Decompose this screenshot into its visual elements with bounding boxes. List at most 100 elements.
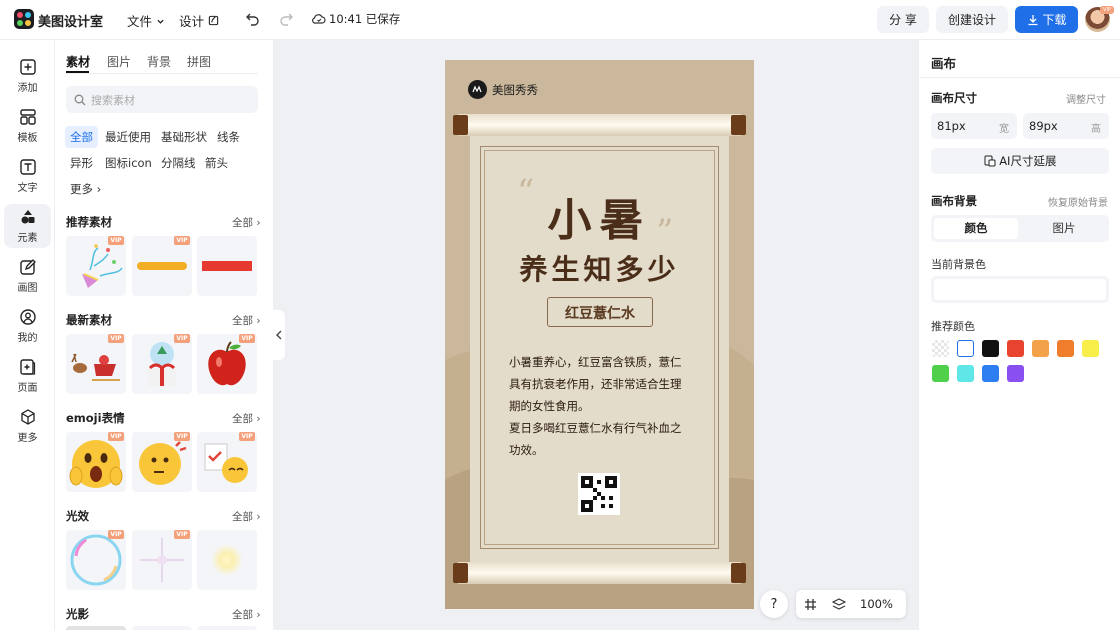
color-swatch[interactable]	[1057, 340, 1074, 357]
shapes-icon	[21, 210, 34, 224]
asset-party-popper[interactable]: VIP	[66, 236, 126, 296]
redo-icon[interactable]	[278, 12, 294, 26]
poster-badge: 红豆薏仁水	[565, 306, 635, 322]
width-field[interactable]: 81px 宽	[931, 113, 1017, 139]
create-design-button[interactable]: 创建设计	[936, 6, 1008, 33]
color-swatch[interactable]	[957, 365, 974, 382]
nav-draw[interactable]: 画图	[4, 254, 51, 298]
current-bg-swatch[interactable]	[931, 276, 1109, 303]
nav-elements[interactable]: 元素	[4, 204, 51, 248]
reset-bg-link[interactable]: 恢复原始背景	[1048, 194, 1108, 209]
divider	[919, 77, 1120, 78]
tabs-divider	[66, 73, 258, 74]
height-value: 89px	[1029, 119, 1058, 133]
ai-extend-button[interactable]: AI尺寸延展	[931, 148, 1109, 174]
chip-all[interactable]: 全部	[65, 126, 98, 148]
chip-more[interactable]: 更多 ›	[65, 178, 106, 200]
nav-mine[interactable]: 我的	[4, 304, 51, 348]
nav-label: 页面	[17, 383, 38, 394]
asset-thinking-emoji[interactable]: VIP	[132, 432, 192, 492]
asset-red-bar[interactable]	[197, 236, 257, 296]
poster-canvas[interactable]: 美图秀秀 “ ” 小暑 养生知多少 红豆薏仁水 小暑重养心，红豆富含铁质，薏仁具…	[445, 60, 754, 609]
help-button[interactable]: ?	[760, 590, 788, 618]
vip-tag: VIP	[239, 334, 255, 343]
color-swatch[interactable]	[1007, 365, 1024, 382]
vip-tag: VIP	[174, 236, 190, 245]
nav-label: 画图	[17, 283, 38, 294]
asset-light-shadow[interactable]	[66, 626, 126, 630]
brand-logo-icon	[468, 80, 487, 99]
sleigh-icon	[71, 353, 120, 381]
nav-text[interactable]: 文字	[4, 154, 51, 198]
file-menu[interactable]: 文件	[127, 11, 165, 30]
section-all-link[interactable]: 全部 ›	[232, 313, 261, 328]
chip-basic-shapes[interactable]: 基础形状	[156, 126, 212, 148]
section-all-link[interactable]: 全部 ›	[232, 215, 261, 230]
nav-template[interactable]: 模板	[4, 104, 51, 148]
collapse-panel-button[interactable]	[273, 310, 285, 360]
bg-tab-image[interactable]: 图片	[1022, 218, 1106, 239]
app-logo-icon[interactable]	[14, 9, 34, 29]
chip-icons[interactable]: 图标icon	[100, 152, 157, 174]
asset-sparkle[interactable]: VIP	[132, 530, 192, 590]
qr-code	[578, 473, 620, 515]
nav-label: 模板	[17, 133, 38, 144]
nav-more[interactable]: 更多	[4, 404, 51, 448]
properties-panel: 画布 画布尺寸 调整尺寸 81px 宽 89px 高 AI尺寸延展 画布背景 恢…	[918, 40, 1120, 630]
tab-images[interactable]: 图片	[107, 53, 131, 70]
nav-page[interactable]: 页面	[4, 354, 51, 398]
nav-add[interactable]: 添加	[4, 54, 51, 98]
zoom-level[interactable]: 100%	[860, 597, 893, 611]
asset-checklist-emoji[interactable]: VIP	[197, 432, 257, 492]
chip-dividers[interactable]: 分隔线	[156, 152, 201, 174]
scroll-bottom	[458, 562, 741, 584]
color-swatch[interactable]	[982, 365, 999, 382]
search-icon	[74, 94, 86, 106]
grid-icon[interactable]	[804, 598, 817, 611]
search-placeholder: 搜索素材	[91, 94, 135, 107]
chip-irregular[interactable]: 异形	[65, 152, 98, 174]
section-all-link[interactable]: 全部 ›	[232, 509, 261, 524]
canvas-size-label: 画布尺寸	[931, 91, 977, 105]
undo-icon[interactable]	[245, 12, 261, 26]
color-swatch[interactable]	[982, 340, 999, 357]
download-button[interactable]: 下载	[1015, 6, 1078, 33]
asset-glow[interactable]	[197, 530, 257, 590]
color-swatch[interactable]	[1032, 340, 1049, 357]
section-all-link[interactable]: 全部 ›	[232, 411, 261, 426]
asset-shocked-emoji[interactable]: VIP	[66, 432, 126, 492]
current-bg-label: 当前背景色	[931, 258, 986, 271]
color-swatch[interactable]	[1007, 340, 1024, 357]
height-unit: 高	[1091, 124, 1101, 135]
bg-tab-color[interactable]: 颜色	[934, 218, 1018, 239]
tab-materials[interactable]: 素材	[66, 53, 90, 70]
height-field[interactable]: 89px 高	[1023, 113, 1109, 139]
asset-snow-globe-gift[interactable]: VIP	[132, 334, 192, 394]
asset-bubble[interactable]: VIP	[66, 530, 126, 590]
poster-title-main: 小暑	[547, 195, 652, 246]
share-button[interactable]: 分 享	[877, 6, 929, 33]
search-input[interactable]: 搜索素材	[66, 86, 258, 113]
color-swatch[interactable]	[932, 340, 949, 357]
chip-recent[interactable]: 最近使用	[100, 126, 156, 148]
color-swatch[interactable]	[957, 340, 974, 357]
asset-yellow-brush[interactable]: VIP	[132, 236, 192, 296]
nav-label: 元素	[17, 233, 38, 244]
asset-sleigh[interactable]: VIP	[66, 334, 126, 394]
vip-tag: VIP	[108, 530, 124, 539]
chip-lines[interactable]: 线条	[212, 126, 245, 148]
asset-light-shadow[interactable]	[197, 626, 257, 630]
design-menu[interactable]: 设计	[179, 11, 219, 30]
layers-icon[interactable]	[832, 597, 846, 611]
color-swatch[interactable]	[1082, 340, 1099, 357]
asset-light-shadow[interactable]	[132, 626, 192, 630]
section-all-link[interactable]: 全部 ›	[232, 607, 261, 622]
chip-arrows[interactable]: 箭头	[200, 152, 233, 174]
tab-collage[interactable]: 拼图	[187, 53, 211, 70]
asset-apple[interactable]: VIP	[197, 334, 257, 394]
vip-badge: VIP	[1100, 6, 1114, 14]
tab-backgrounds[interactable]: 背景	[147, 53, 171, 70]
adjust-size-link[interactable]: 调整尺寸	[1066, 91, 1106, 106]
chevron-down-icon	[157, 19, 164, 24]
color-swatch[interactable]	[932, 365, 949, 382]
